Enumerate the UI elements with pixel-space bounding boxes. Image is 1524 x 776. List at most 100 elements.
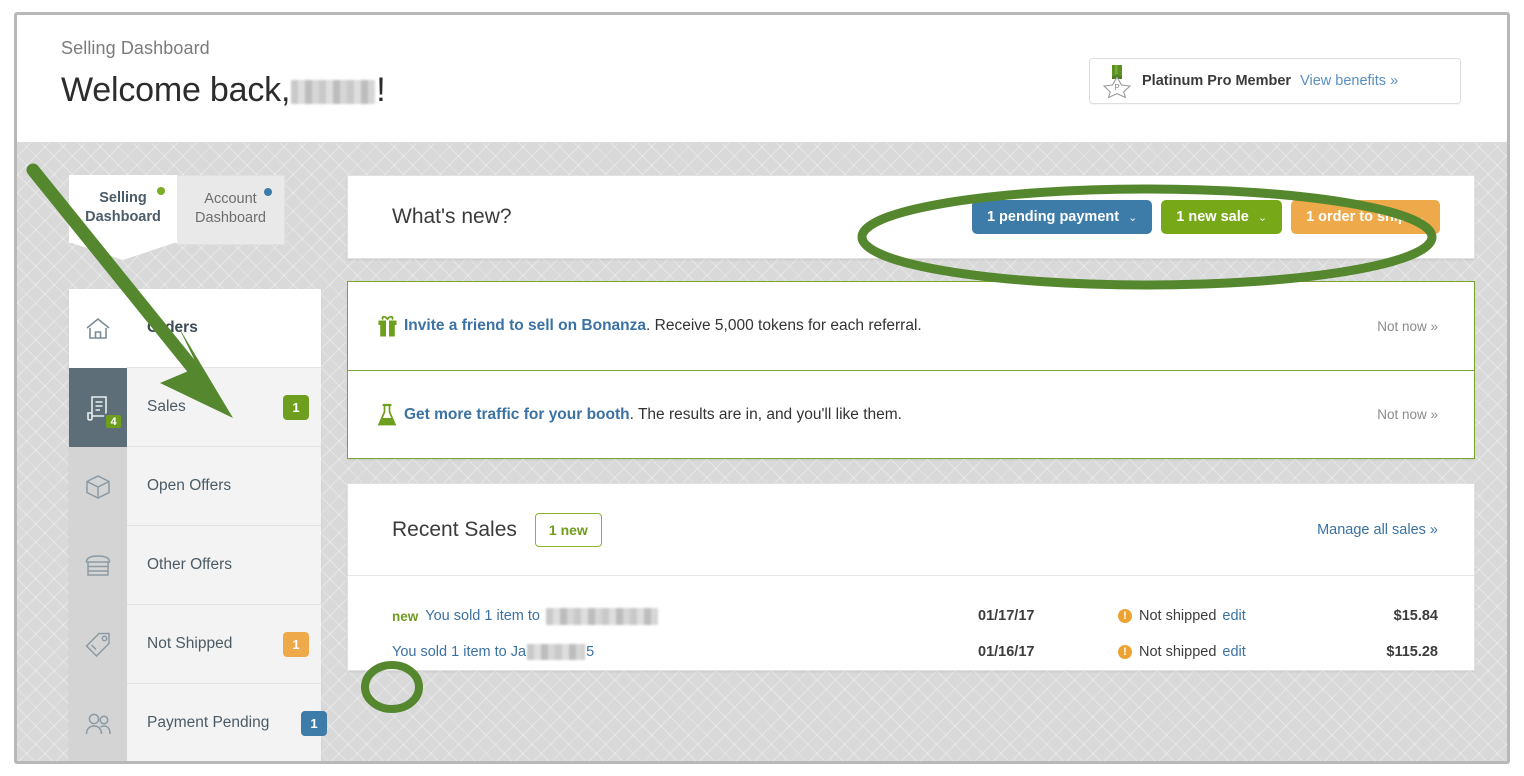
browser-window-frame: Selling Dashboard Welcome back,! P Plati… [14,12,1510,764]
sale-edit-link[interactable]: edit [1222,644,1245,660]
page-header: Selling Dashboard Welcome back,! P Plati… [17,15,1507,143]
promotions-panel: Invite a friend to sell on Bonanza. Rece… [347,281,1475,459]
package-box-icon [86,474,110,499]
status-badge: ! Not shipped edit [1118,608,1328,624]
sidebar-icon-other-offers[interactable] [69,526,127,605]
chevron-down-icon: ⌄ [1415,211,1425,224]
recent-sales-panel: Recent Sales 1 new Manage all sales » ne… [347,483,1475,671]
warning-icon: ! [1118,645,1132,659]
whats-new-title: What's new? [392,205,512,228]
promo-invite-friend: Invite a friend to sell on Bonanza. Rece… [348,282,1474,370]
sale-description[interactable]: You sold 1 item to Ja 5 [392,644,978,660]
svg-text:P: P [1114,83,1119,92]
sale-status-text: Not shipped [1139,608,1217,624]
sidebar-item-not-shipped[interactable]: Not Shipped 1 [127,605,321,684]
whats-new-panel: What's new? 1 pending payment ⌄ 1 new sa… [347,175,1475,259]
sale-description[interactable]: new You sold 1 item to [392,607,978,625]
sidebar-item-open-offers[interactable]: Open Offers [127,447,321,526]
promo-text: Get more traffic for your booth. The res… [404,406,1377,424]
pill-pending-payment[interactable]: 1 pending payment ⌄ [971,200,1153,234]
promo-link[interactable]: Get more traffic for your booth [404,406,630,423]
view-benefits-link[interactable]: View benefits » [1300,73,1398,89]
sidebar-item-other-offers[interactable]: Other Offers [127,526,321,605]
home-icon [86,317,110,339]
sidebar-icon-column: 4 [69,289,127,761]
breadcrumb: Selling Dashboard [61,38,210,58]
sidebar-item-sales[interactable]: Sales 1 [127,368,321,447]
storefront-icon [85,554,111,576]
sale-desc-suffix: 5 [586,644,595,660]
warning-icon: ! [1118,609,1132,623]
sidebar-count-badge: 1 [301,710,327,736]
promo-rest: . The results are in, and you'll like th… [629,405,902,423]
promo-dismiss-link[interactable]: Not now » [1377,319,1438,334]
gift-box-icon [370,315,404,337]
recent-sales-title: Recent Sales [392,517,517,541]
sidebar-icon-payment-pending[interactable] [69,684,127,761]
membership-label: Platinum Pro Member [1142,73,1292,89]
promo-text: Invite a friend to sell on Bonanza. Rece… [404,317,1377,335]
sale-amount: $115.28 [1386,644,1438,660]
people-icon [85,713,111,734]
sale-date: 01/16/17 [978,644,1035,660]
membership-badge[interactable]: P Platinum Pro Member View benefits » [1089,58,1461,104]
sale-status-text: Not shipped [1139,644,1217,660]
whats-new-pill-group: 1 pending payment ⌄ 1 new sale ⌄ 1 order… [971,200,1440,234]
promo-dismiss-link[interactable]: Not now » [1377,407,1438,422]
sidebar-icon-sales[interactable]: 4 [69,368,127,447]
sidebar-item-orders: Orders [127,289,321,368]
redacted-buyer-name [527,644,586,660]
promo-more-traffic: Get more traffic for your booth. The res… [348,370,1474,458]
pill-label: 1 pending payment [986,209,1120,225]
sale-edit-link[interactable]: edit [1222,608,1245,624]
price-tag-icon [85,632,110,657]
redacted-buyer-name [546,607,658,625]
sidebar: 4 Orders Sales 1 Open Offers Other Offer… [69,289,327,761]
sale-desc-text: You sold 1 item to Ja [392,644,527,660]
tab-account-label-line2: Dashboard [195,210,266,226]
sidebar-count-badge: 1 [283,631,309,657]
main-content: What's new? 1 pending payment ⌄ 1 new sa… [347,175,1475,671]
tab-status-dot-green [157,187,165,195]
sidebar-icon-not-shipped[interactable] [69,605,127,684]
dashboard-tabs: Selling Dashboard Account Dashboard [69,175,285,245]
tab-selling-dashboard[interactable]: Selling Dashboard [69,175,177,243]
table-row: You sold 1 item to Ja 5 01/16/17 ! Not sh… [348,634,1474,670]
redacted-username [291,80,376,104]
welcome-suffix: ! [376,71,386,109]
sidebar-item-label: Open Offers [147,477,232,494]
flask-icon [370,403,404,427]
sidebar-icon-open-offers[interactable] [69,447,127,526]
manage-all-sales-link[interactable]: Manage all sales » [1317,522,1438,538]
chevron-down-icon: ⌄ [1128,211,1138,224]
sidebar-icon-badge-count: 4 [104,413,123,430]
screenshot-root: Selling Dashboard Welcome back,! P Plati… [0,0,1524,776]
sale-date: 01/17/17 [978,608,1035,624]
medal-star-icon: P [1102,65,1132,98]
sidebar-icon-home[interactable] [69,289,127,368]
tab-account-dashboard[interactable]: Account Dashboard [177,175,285,245]
page-title: Welcome back,! [61,71,386,110]
pill-label: 1 new sale [1176,209,1249,225]
sale-amount: $15.84 [1393,608,1438,624]
pill-order-to-ship[interactable]: 1 order to ship ⌄ [1291,200,1440,234]
chevron-down-icon: ⌄ [1257,211,1268,224]
status-badge: ! Not shipped edit [1118,644,1328,660]
sidebar-item-label: Sales [147,398,186,415]
tab-status-dot-blue [264,188,272,196]
dashboard-body: Selling Dashboard Account Dashboard 4 Or… [17,143,1507,761]
recent-sales-new-badge[interactable]: 1 new [534,512,602,547]
pill-new-sale[interactable]: 1 new sale ⌄ [1161,200,1283,234]
sidebar-item-label: Not Shipped [147,635,233,652]
welcome-prefix: Welcome back, [61,71,291,109]
sidebar-item-payment-pending[interactable]: Payment Pending 1 [127,684,327,761]
sale-new-tag: new [392,608,419,624]
sidebar-item-label: Payment Pending [147,714,270,731]
sidebar-item-label: Other Offers [147,556,232,573]
sale-desc-text: You sold 1 item to [425,608,540,624]
pill-label: 1 order to ship [1306,209,1407,225]
table-row: new You sold 1 item to 01/17/17 ! Not shi… [348,598,1474,634]
promo-link[interactable]: Invite a friend to sell on Bonanza [404,317,646,334]
tab-selling-label-line2: Dashboard [85,209,161,225]
sidebar-label-column: Orders Sales 1 Open Offers Other Offers … [127,289,327,761]
